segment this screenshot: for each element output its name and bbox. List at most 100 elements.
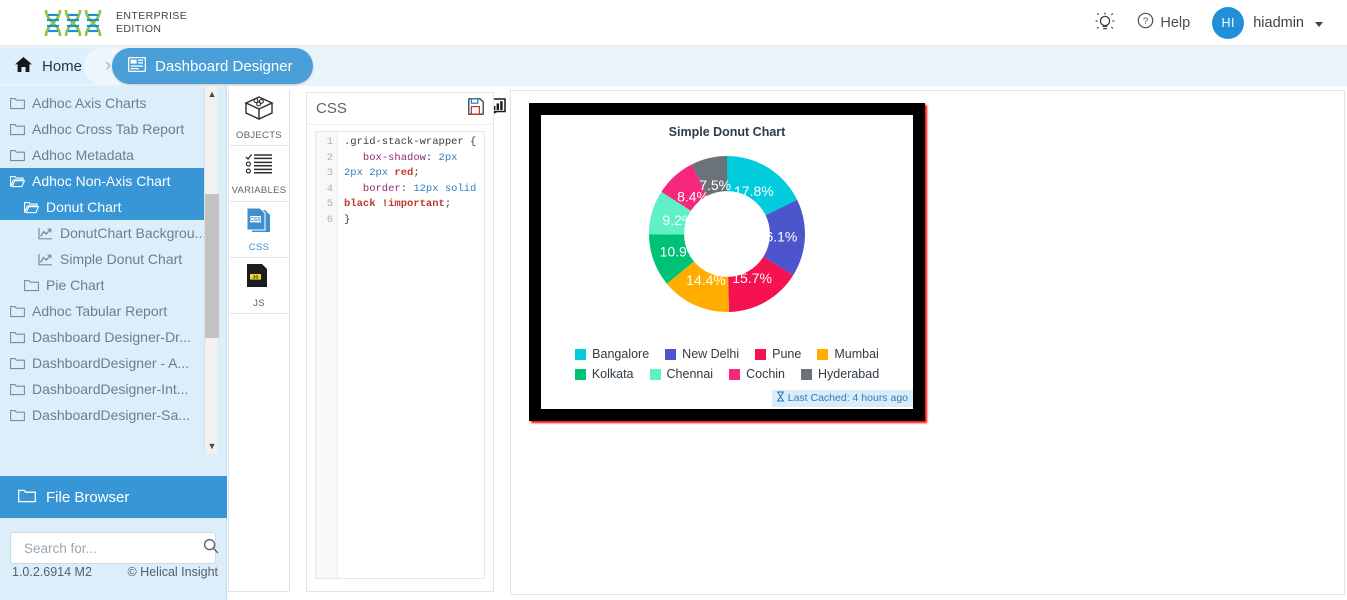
legend-item-kolkata[interactable]: Kolkata (574, 367, 634, 381)
file-browser-label: File Browser (46, 488, 130, 506)
panel-strip-label: OBJECTS (236, 129, 282, 141)
variables-list-icon (244, 152, 274, 181)
folder-icon (10, 383, 25, 396)
legend-swatch (817, 348, 829, 360)
svg-text:?: ? (1143, 16, 1148, 27)
legend-item-mumbai[interactable]: Mumbai (817, 347, 879, 361)
donut-slice-label: 9.2% (662, 212, 694, 228)
legend-label: Kolkata (591, 367, 634, 381)
scroll-down-icon[interactable]: ▼ (205, 438, 219, 454)
tree-item-label: Adhoc Cross Tab Report (32, 121, 185, 137)
folder-icon (10, 331, 25, 344)
objects-box-icon (244, 95, 274, 126)
tree-item-adhoc-cross-tab-report[interactable]: Adhoc Cross Tab Report (0, 116, 208, 142)
search-box[interactable] (10, 532, 219, 564)
folder-icon (10, 357, 25, 370)
folder-icon (10, 97, 25, 110)
legend-swatch (755, 348, 767, 360)
tree-item-dashboarddesigner-sa[interactable]: DashboardDesigner-Sa... (0, 402, 208, 428)
code-token: red (394, 167, 414, 179)
tree-item-label: DashboardDesigner-Sa... (32, 407, 190, 423)
code-token: black (344, 198, 376, 210)
repository-tree[interactable]: Adhoc Axis Charts Adhoc Cross Tab Report A… (0, 86, 208, 461)
legend-item-bangalore[interactable]: Bangalore (575, 347, 649, 361)
brand-text: ENTERPRISE EDITION (116, 10, 187, 36)
tree-item-adhoc-axis-charts[interactable]: Adhoc Axis Charts (0, 90, 208, 116)
search-input[interactable] (22, 539, 203, 557)
header-actions: ? Help HI hiadmin (1095, 6, 1347, 39)
panel-strip-label: VARIABLES (231, 184, 287, 196)
donut-chart[interactable]: 17.8% 16.1% 15.7% 14.4% 10.9% 9.2% 8.4% 7.5% (541, 139, 913, 331)
tree-item-label: Donut Chart (46, 199, 122, 215)
breadcrumb-bar: Home › Dashboard Designer (0, 46, 1347, 117)
legend-item-cochin[interactable]: Cochin (729, 367, 785, 381)
line-number: 2 (326, 151, 333, 164)
panel-strip-variables[interactable]: VARIABLES (229, 146, 289, 202)
panel-strip: OBJECTS VARIABLES CSS CSS JS JS (228, 90, 290, 592)
search-icon[interactable] (203, 538, 219, 559)
code-token: .grid-stack-wrapper { (344, 136, 477, 148)
folder-icon (10, 305, 25, 318)
avatar: HI (1212, 6, 1245, 39)
legend-swatch (575, 348, 587, 360)
panel-strip-js[interactable]: JS JS (229, 258, 289, 314)
tree-item-dashboard-designer-dr[interactable]: Dashboard Designer-Dr... (0, 324, 208, 350)
file-browser-button[interactable]: File Browser (0, 476, 227, 518)
tree-item-adhoc-metadata[interactable]: Adhoc Metadata (0, 142, 208, 168)
code-token: : (400, 182, 414, 195)
legend-swatch (729, 368, 741, 380)
code-token: box-shadow (362, 151, 426, 164)
legend-item-pune[interactable]: Pune (755, 347, 801, 361)
save-file-icon[interactable] (468, 97, 484, 120)
panel-strip-objects[interactable]: OBJECTS (229, 90, 289, 146)
folder-icon (10, 149, 25, 162)
legend-item-hyderabad[interactable]: Hyderabad (801, 367, 879, 381)
panel-strip-css[interactable]: CSS CSS (229, 202, 289, 258)
dashboard-canvas[interactable]: Simple Donut Chart 17.8% 16.1% 15.7% 14.4% 1… (510, 90, 1345, 595)
breadcrumb-current-label: Dashboard Designer (155, 57, 293, 75)
brand-logo[interactable]: ENTERPRISE EDITION (0, 8, 187, 38)
tree-item-simple-donut-chart[interactable]: Simple Donut Chart (0, 246, 208, 272)
tree-item-label: DashboardDesigner-Int... (32, 381, 189, 397)
css-code-area[interactable]: 1 2 3 4 5 6 .grid-stack-wrapper { box-shadow:… (315, 131, 485, 579)
legend-item-new-delhi[interactable]: New Delhi (665, 347, 739, 361)
legend-swatch (665, 348, 677, 360)
tree-item-adhoc-non-axis-chart[interactable]: Adhoc Non-Axis Chart (0, 168, 208, 194)
scroll-up-icon[interactable]: ▲ (205, 86, 219, 102)
tree-item-dashboarddesigner-a[interactable]: DashboardDesigner - A... (0, 350, 208, 376)
help-button[interactable]: ? Help (1137, 12, 1190, 33)
donut-slice-label: 14.4% (686, 272, 726, 288)
tree-item-donut-chart[interactable]: Donut Chart (0, 194, 208, 220)
js-file-icon: JS (245, 263, 273, 294)
last-cached-badge[interactable]: Last Cached: 4 hours ago (771, 390, 913, 407)
tree-scrollbar[interactable]: ▲ ▼ (204, 86, 219, 454)
tree-item-pie-chart[interactable]: Pie Chart (0, 272, 208, 298)
tree-item-donutchart-backgrou[interactable]: DonutChart Backgrou... (0, 220, 208, 246)
legend-swatch (649, 368, 661, 380)
tree-item-label: DashboardDesigner - A... (32, 355, 190, 371)
copyright: © Helical Insight (127, 565, 219, 579)
breadcrumb-dashboard-designer[interactable]: Dashboard Designer (112, 48, 313, 84)
legend-label: Cochin (746, 367, 786, 381)
donut-slice-label: 7.5% (699, 177, 731, 193)
tree-item-label: Pie Chart (46, 277, 105, 293)
chart-legend: Bangalore New Delhi Pune Mumbai Kolkata Chenn… (541, 347, 913, 381)
tree-item-adhoc-tabular-report[interactable]: Adhoc Tabular Report (0, 298, 208, 324)
css-code-text[interactable]: .grid-stack-wrapper { box-shadow: 2px 2p… (338, 132, 484, 578)
help-label: Help (1160, 14, 1191, 31)
tree-item-dashboarddesigner-int[interactable]: DashboardDesigner-Int... (0, 376, 208, 402)
donut-slice-label: 15.7% (732, 270, 772, 286)
code-token: 12px solid (413, 182, 477, 195)
tree-item-label: Adhoc Metadata (32, 147, 134, 163)
line-number: 1 (326, 136, 333, 148)
scrollbar-thumb[interactable] (205, 194, 219, 338)
line-number: 4 (326, 182, 333, 195)
dna-logo-icon (42, 8, 104, 38)
legend-item-chennai[interactable]: Chennai (649, 367, 713, 381)
line-number-gutter: 1 2 3 4 5 6 (316, 132, 338, 578)
lightbulb-icon[interactable] (1095, 12, 1115, 34)
chart-widget[interactable]: Simple Donut Chart 17.8% 16.1% 15.7% 14.4% 1… (529, 103, 925, 421)
panel-strip-label: JS (253, 297, 265, 309)
breadcrumb-home-label: Home (42, 57, 83, 75)
user-menu[interactable]: HI hiadmin (1212, 6, 1323, 39)
